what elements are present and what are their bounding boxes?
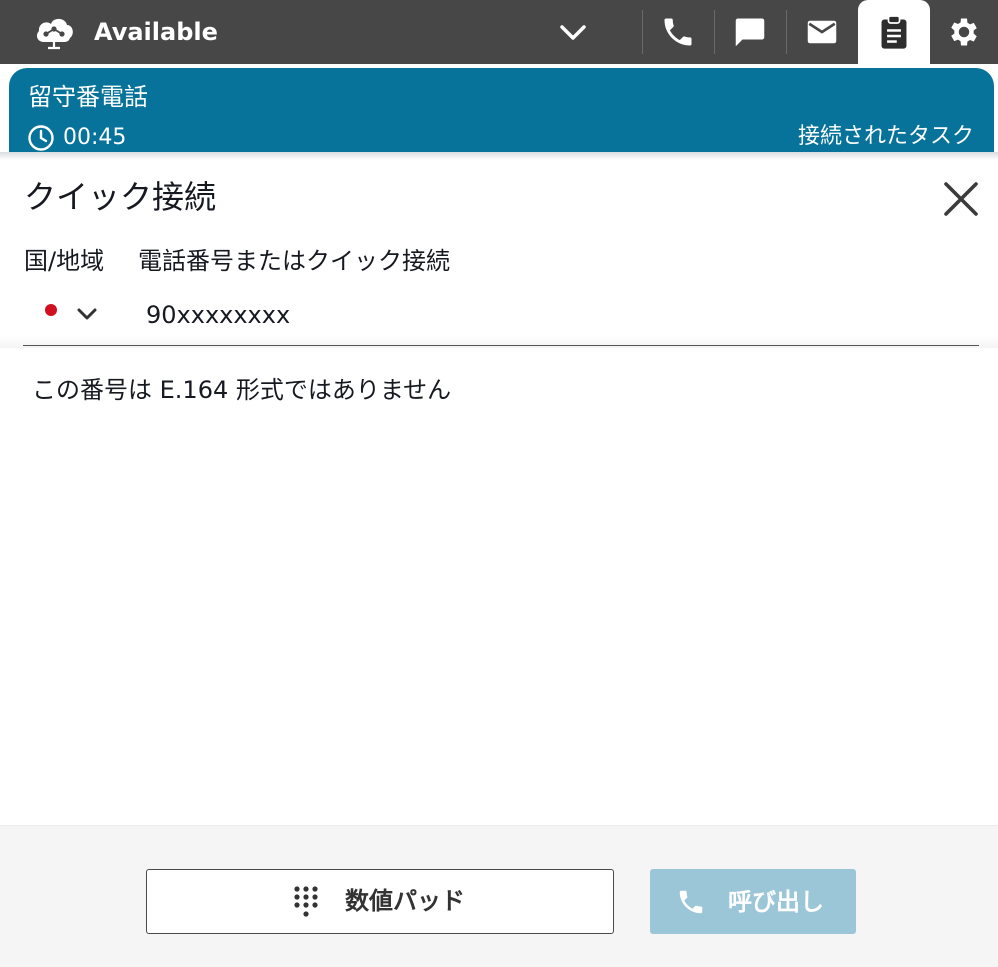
numpad-button-label: 数値パッド (345, 887, 465, 915)
cloud-network-icon (36, 18, 73, 50)
phone-icon (664, 18, 692, 46)
phone-number-input[interactable] (140, 294, 976, 336)
card-shadow (0, 152, 998, 160)
contact-state: 接続されたタスク (797, 124, 974, 149)
nav-settings[interactable] (930, 0, 998, 64)
validation-message: この番号は E.164 形式ではありません (32, 376, 452, 404)
agent-status-label: Available (94, 18, 218, 46)
japan-flag-icon (45, 304, 57, 316)
nav-tasks[interactable] (858, 0, 930, 64)
nav-phone[interactable] (642, 0, 714, 64)
contact-timer: 00:45 (63, 125, 127, 150)
chat-icon (735, 18, 765, 47)
gear-icon (951, 18, 977, 46)
agent-status-dropdown[interactable]: Available (0, 0, 600, 64)
nav-mail[interactable] (786, 0, 858, 64)
call-button[interactable]: 呼び出し (650, 869, 856, 934)
chevron-down-icon[interactable] (558, 20, 588, 44)
contact-title: 留守番電話 (28, 83, 148, 111)
call-button-label: 呼び出し (728, 888, 824, 916)
close-icon[interactable] (938, 176, 984, 222)
country-label: 国/地域 (24, 247, 105, 275)
mail-icon (807, 20, 837, 44)
active-contact-card[interactable]: 留守番電話 00:45 接続されたタスク (9, 68, 994, 152)
quick-connect-title: クイック接続 (24, 178, 217, 216)
top-bar: Available (0, 0, 998, 64)
input-underline (23, 345, 979, 346)
numpad-button[interactable]: 数値パッド (146, 869, 614, 934)
clock-icon (28, 125, 54, 151)
phone-icon (679, 890, 703, 914)
phone-number-label: 電話番号またはクイック接続 (138, 247, 450, 275)
nav-chat[interactable] (714, 0, 786, 64)
field-shadow (0, 336, 998, 348)
clipboard-icon (881, 15, 907, 49)
dialpad-icon (294, 886, 318, 917)
chevron-down-icon (77, 308, 97, 320)
country-select[interactable] (30, 296, 110, 336)
